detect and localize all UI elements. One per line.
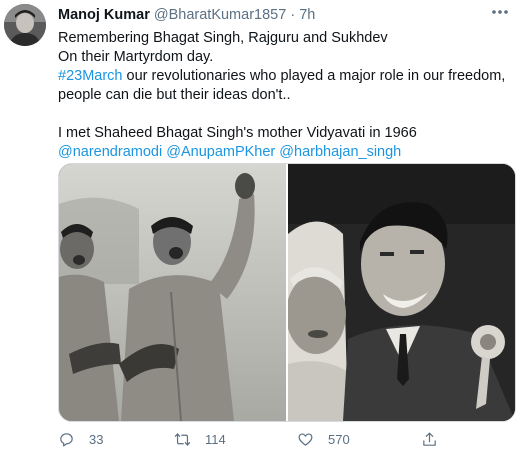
reply-count: 33 bbox=[89, 431, 104, 447]
heart-icon bbox=[298, 432, 313, 446]
mention-link[interactable]: @harbhajan_singh bbox=[279, 144, 401, 160]
tweet-line: #23March our revolutionaries who played … bbox=[58, 67, 513, 86]
tweet-line: On their Martyrdom day. bbox=[58, 49, 214, 65]
tweet-line: I met Shaheed Bhagat Singh's mother Vidy… bbox=[58, 125, 417, 141]
share-button[interactable] bbox=[421, 428, 452, 450]
share-upload-icon bbox=[423, 432, 436, 446]
author-name[interactable]: Manoj Kumar bbox=[58, 7, 150, 23]
retweet-arrows-icon bbox=[174, 432, 191, 446]
tweet-header: Manoj Kumar @BharatKumar1857 · 7h bbox=[58, 7, 315, 24]
mention-link[interactable]: @AnupamPKher bbox=[166, 144, 275, 160]
tweet-line-text: our revolutionaries who played a major r… bbox=[122, 68, 506, 84]
hashtag-link[interactable]: #23March bbox=[58, 68, 122, 84]
photo-meeting-mother[interactable] bbox=[286, 164, 515, 421]
author-handle[interactable]: @BharatKumar1857 bbox=[154, 7, 286, 23]
reply-bubble-icon bbox=[60, 432, 73, 446]
tweet-line: people can die but their ideas don't.. bbox=[58, 87, 291, 103]
meta-separator: · bbox=[290, 7, 296, 23]
photo-revolutionaries[interactable] bbox=[59, 164, 286, 421]
avatar[interactable] bbox=[4, 4, 46, 46]
mention-link[interactable]: @narendramodi bbox=[58, 144, 162, 160]
media-grid bbox=[58, 163, 516, 422]
mentions-line: @narendramodi @AnupamPKher @harbhajan_si… bbox=[58, 143, 513, 162]
retweet-button[interactable]: 114 bbox=[174, 428, 226, 450]
retweet-count: 114 bbox=[205, 431, 226, 447]
more-dots-icon[interactable] bbox=[489, 4, 511, 22]
tweet-text: Remembering Bhagat Singh, Rajguru and Su… bbox=[58, 29, 513, 162]
tweet-actions: 33 114 570 bbox=[58, 428, 478, 450]
tweet-time[interactable]: 7h bbox=[299, 7, 315, 23]
reply-button[interactable]: 33 bbox=[58, 428, 103, 450]
like-count: 570 bbox=[328, 431, 350, 447]
like-button[interactable]: 570 bbox=[297, 428, 350, 450]
tweet-line: Remembering Bhagat Singh, Rajguru and Su… bbox=[58, 30, 388, 46]
tweet-card[interactable]: Manoj Kumar @BharatKumar1857 · 7h Rememb… bbox=[0, 0, 523, 457]
